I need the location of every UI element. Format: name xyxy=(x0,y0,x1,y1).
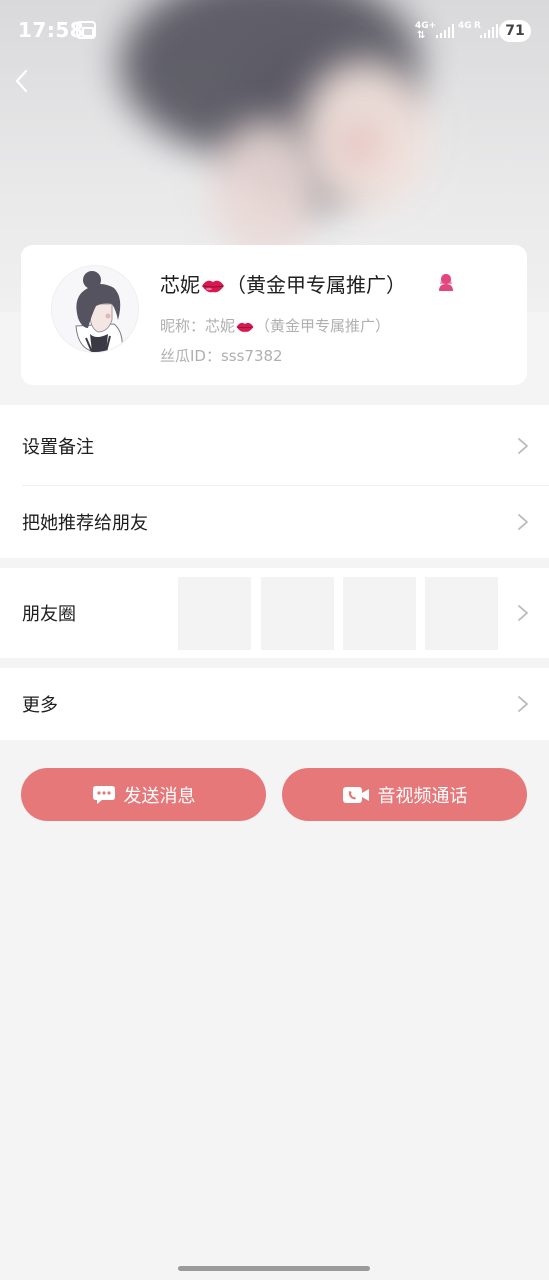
set-remark-label: 设置备注 xyxy=(22,436,94,458)
display-name: 芯妮 （黄金甲专属推广） xyxy=(160,269,406,298)
lips-emoji-icon xyxy=(236,322,254,332)
moments-section: 朋友圈 xyxy=(0,568,549,658)
settings-section: 设置备注 把她推荐给朋友 xyxy=(0,405,549,558)
signal-icon-1 xyxy=(436,24,454,38)
chevron-right-icon xyxy=(518,605,528,621)
user-id-label: 丝瓜ID： xyxy=(160,347,221,365)
moments-thumbnail[interactable] xyxy=(178,577,251,650)
send-message-button[interactable]: 发送消息 xyxy=(21,768,266,821)
nickname: 昵称：芯妮 （黄金甲专属推广） xyxy=(160,315,390,336)
moments-thumbnail[interactable] xyxy=(425,577,498,650)
screen-record-icon xyxy=(76,21,96,39)
display-name-text: 芯妮 xyxy=(160,273,200,297)
moments-thumbnail[interactable] xyxy=(261,577,334,650)
moments-thumbnail[interactable] xyxy=(343,577,416,650)
nickname-label: 昵称： xyxy=(160,317,206,335)
user-id-value: sss7382 xyxy=(220,347,283,365)
more-label: 更多 xyxy=(22,695,58,716)
more-section: 更多 xyxy=(0,668,549,740)
recommend-friend-label: 把她推荐给朋友 xyxy=(22,513,148,534)
lips-emoji-icon xyxy=(202,280,224,293)
avatar-illustration xyxy=(52,266,138,352)
video-call-icon xyxy=(342,786,369,803)
chevron-right-icon xyxy=(518,514,528,530)
female-user-icon xyxy=(439,274,453,291)
data-arrows-icon: ⇅ xyxy=(417,30,426,41)
nickname-suffix: （黄金甲专属推广） xyxy=(255,317,391,335)
avatar[interactable] xyxy=(51,265,139,353)
signal-icon-2 xyxy=(480,24,498,38)
chevron-right-icon xyxy=(518,437,528,454)
status-time: 17:58 xyxy=(18,18,85,42)
contact-profile-page: 17:58 4G+ ⇅ 4G R 71 芯妮（黄金甲专属推广） 昵称：芯妮 （黄… xyxy=(0,0,549,1280)
chevron-right-icon xyxy=(518,696,528,712)
status-bar: 17:58 4G+ ⇅ 4G R 71 xyxy=(0,0,549,64)
chat-bubble-icon xyxy=(92,785,115,804)
video-call-button[interactable]: 音视频通话 xyxy=(282,768,527,821)
chevron-left-icon xyxy=(15,69,28,93)
more-row[interactable]: 更多 xyxy=(0,668,549,740)
moments-label: 朋友圈 xyxy=(22,604,76,625)
display-name-suffix: （黄金甲专属推广） xyxy=(226,273,406,297)
send-message-label: 发送消息 xyxy=(123,785,196,807)
recommend-friend-row[interactable]: 把她推荐给朋友 xyxy=(0,486,549,558)
set-remark-row[interactable]: 设置备注 xyxy=(0,405,549,486)
nickname-text: 芯妮 xyxy=(205,317,236,335)
video-call-label: 音视频通话 xyxy=(377,785,468,807)
battery-indicator: 71 xyxy=(499,20,531,42)
moments-row[interactable]: 朋友圈 xyxy=(0,568,549,658)
home-indicator[interactable] xyxy=(178,1266,370,1271)
user-id: 丝瓜ID：sss7382 xyxy=(160,345,283,366)
profile-card: 芯妮 （黄金甲专属推广） 昵称：芯妮 （黄金甲专属推广） 丝瓜ID：sss7382 xyxy=(21,245,527,385)
network-type-2: 4G xyxy=(458,21,472,31)
back-button[interactable] xyxy=(6,64,40,98)
